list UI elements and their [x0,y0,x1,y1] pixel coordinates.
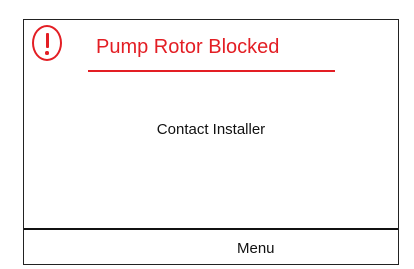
exclamation-bar [45,33,49,48]
display-screen: Pump Rotor Blocked Contact Installer Men… [23,19,399,265]
menu-softkey-label[interactable]: Menu [237,240,275,258]
alert-message: Contact Installer [156,121,266,138]
footer-divider [24,228,398,230]
title-underline [88,70,335,72]
exclamation-circle-icon [32,25,62,61]
alert-title: Pump Rotor Blocked [96,36,280,58]
exclamation-dot [45,51,49,55]
